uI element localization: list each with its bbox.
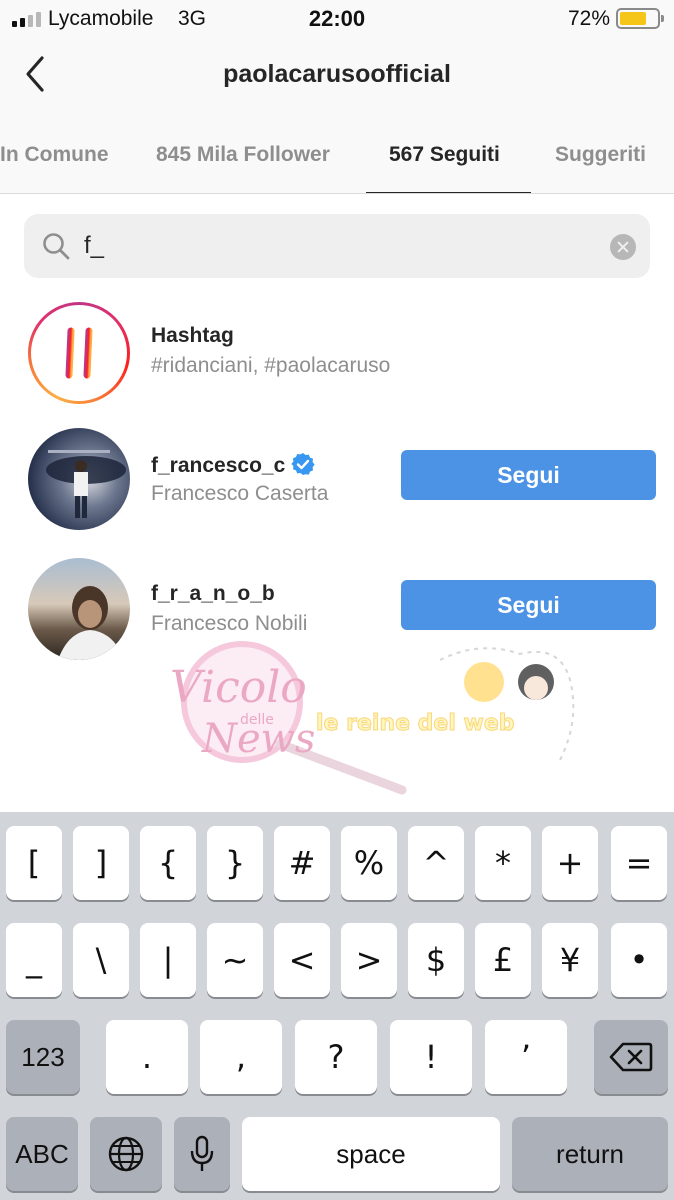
carrier-name: Lycamobile — [48, 7, 154, 30]
key[interactable]: $ — [408, 923, 464, 997]
key[interactable]: | — [140, 923, 196, 997]
key[interactable]: ¥ — [542, 923, 598, 997]
key[interactable]: } — [207, 826, 263, 900]
search-input[interactable]: f_ — [84, 228, 584, 264]
list-item-user[interactable]: f_rancesco_c Francesco Caserta Segui — [0, 418, 674, 538]
key[interactable]: + — [542, 826, 598, 900]
watermark-text-news: News — [201, 716, 315, 762]
key[interactable]: > — [341, 923, 397, 997]
username: f_rancesco_c — [151, 452, 315, 478]
network-type: 3G — [178, 7, 207, 30]
key[interactable]: ^ — [408, 826, 464, 900]
username: f_r_a_n_o_b — [151, 582, 275, 605]
page-title: paolacarusoofficial — [223, 60, 451, 88]
avatar — [28, 558, 130, 660]
key[interactable]: ~ — [207, 923, 263, 997]
tab-suggested[interactable]: Suggeriti — [555, 112, 646, 193]
key[interactable]: { — [140, 826, 196, 900]
key[interactable]: * — [475, 826, 531, 900]
key[interactable]: \ — [73, 923, 129, 997]
result-subtitle: #ridanciani, #paolacaruso — [151, 354, 391, 377]
battery-icon — [616, 8, 664, 29]
key[interactable]: < — [274, 923, 330, 997]
key[interactable]: , — [200, 1020, 282, 1094]
key[interactable]: ’ — [485, 1020, 567, 1094]
status-bar: Lycamobile 3G 22:00 72% — [0, 0, 674, 40]
tab-following[interactable]: 567 Seguiti — [389, 112, 500, 193]
signal-icon — [12, 11, 41, 27]
full-name: Francesco Nobili — [151, 612, 308, 635]
dictation-key[interactable] — [174, 1117, 230, 1191]
watermark-text-main: Vicolo — [170, 662, 307, 713]
key[interactable]: • — [611, 923, 667, 997]
globe-icon — [108, 1136, 144, 1172]
hashtag-avatar — [28, 302, 130, 404]
key[interactable]: ? — [295, 1020, 377, 1094]
keyboard: [ ] { } # % ^ * + = _ \ | ~ < > $ £ ¥ • … — [0, 812, 674, 1200]
space-key[interactable]: space — [242, 1117, 500, 1191]
key[interactable]: = — [611, 826, 667, 900]
return-key[interactable]: return — [512, 1117, 668, 1191]
backspace-key[interactable] — [594, 1020, 668, 1094]
header: paolacarusoofficial — [0, 40, 674, 112]
chevron-left-icon — [26, 56, 44, 92]
follow-button[interactable]: Segui — [401, 450, 656, 500]
abc-key[interactable]: ABC — [6, 1117, 78, 1191]
username-text: f_rancesco_c — [151, 454, 286, 477]
numbers-key[interactable]: 123 — [6, 1020, 80, 1094]
key[interactable]: % — [341, 826, 397, 900]
avatar — [28, 428, 130, 530]
watermark-logo: Vicolo delle News le reine del web — [140, 640, 580, 800]
microphone-icon — [190, 1135, 214, 1171]
key[interactable]: £ — [475, 923, 531, 997]
globe-key[interactable] — [90, 1117, 162, 1191]
tab-bar: In Comune 845 Mila Follower 567 Seguiti … — [0, 112, 674, 194]
tab-followers[interactable]: 845 Mila Follower — [156, 112, 330, 193]
key[interactable]: ! — [390, 1020, 472, 1094]
backspace-icon — [609, 1042, 653, 1072]
verified-badge-icon — [291, 453, 315, 475]
battery-percentage: 72% — [567, 7, 610, 30]
key[interactable]: . — [106, 1020, 188, 1094]
follow-button[interactable]: Segui — [401, 580, 656, 630]
list-item-hashtag[interactable]: Hashtag #ridanciani, #paolacaruso — [0, 292, 674, 412]
active-tab-indicator — [366, 192, 531, 193]
hashtag-icon — [53, 327, 105, 379]
tab-in-comune[interactable]: In Comune — [0, 112, 109, 193]
search-icon — [43, 233, 70, 260]
watermark-tagline: le reine del web — [316, 711, 515, 736]
key[interactable]: _ — [6, 923, 62, 997]
key[interactable]: # — [274, 826, 330, 900]
back-button[interactable] — [18, 52, 58, 96]
key[interactable]: [ — [6, 826, 62, 900]
full-name: Francesco Caserta — [151, 482, 329, 505]
clear-icon[interactable] — [610, 234, 636, 260]
result-title: Hashtag — [151, 324, 234, 347]
search-bar[interactable]: f_ — [24, 214, 650, 278]
key[interactable]: ] — [73, 826, 129, 900]
